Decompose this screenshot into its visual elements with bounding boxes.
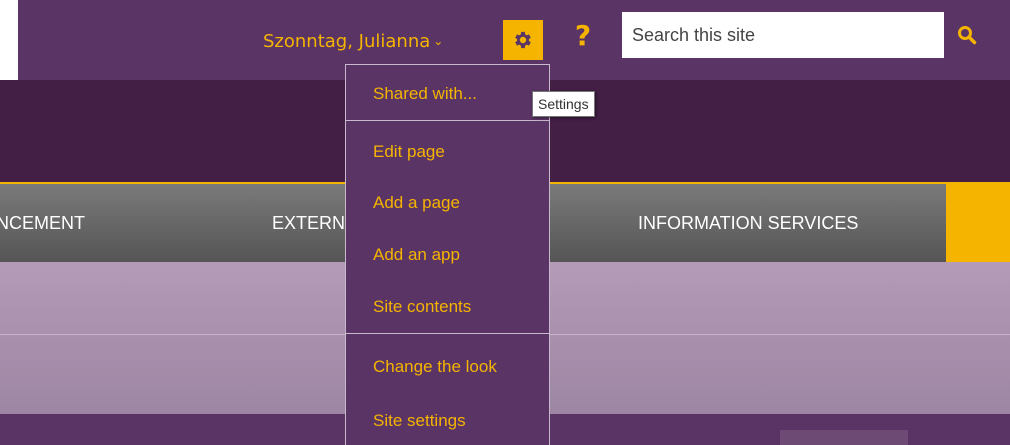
menu-item-add-an-app[interactable]: Add an app — [346, 235, 549, 275]
content-tab[interactable] — [780, 430, 908, 445]
menu-item-site-contents[interactable]: Site contents — [346, 287, 549, 327]
gear-icon — [515, 31, 531, 49]
help-button[interactable]: ? — [568, 16, 598, 56]
nav-item-advancement[interactable]: NCEMENT — [0, 184, 85, 262]
menu-item-add-a-page[interactable]: Add a page — [346, 183, 549, 223]
menu-separator — [346, 333, 549, 334]
question-icon: ? — [574, 19, 592, 52]
nav-accent-tile[interactable] — [946, 184, 1010, 262]
search-input[interactable] — [622, 12, 944, 58]
settings-menu: Shared with... Edit page Add a page Add … — [345, 64, 550, 445]
page-edge — [0, 0, 18, 80]
menu-item-shared-with[interactable]: Shared with... — [346, 74, 549, 114]
search-button[interactable] — [944, 12, 990, 58]
nav-item-external[interactable]: EXTERN — [272, 184, 345, 262]
menu-item-site-settings[interactable]: Site settings — [346, 401, 549, 441]
user-menu-button[interactable]: Szonntag, Julianna ⌄ — [263, 28, 443, 54]
menu-item-edit-page[interactable]: Edit page — [346, 132, 549, 172]
menu-separator — [346, 120, 549, 121]
chevron-down-icon: ⌄ — [433, 34, 444, 48]
user-name-label: Szonntag, Julianna — [263, 31, 431, 52]
settings-tooltip: Settings — [532, 91, 595, 117]
menu-item-change-the-look[interactable]: Change the look — [346, 347, 549, 387]
nav-item-information-services[interactable]: INFORMATION SERVICES — [638, 184, 858, 262]
magnifier-icon — [958, 26, 977, 45]
settings-button[interactable] — [503, 20, 543, 60]
